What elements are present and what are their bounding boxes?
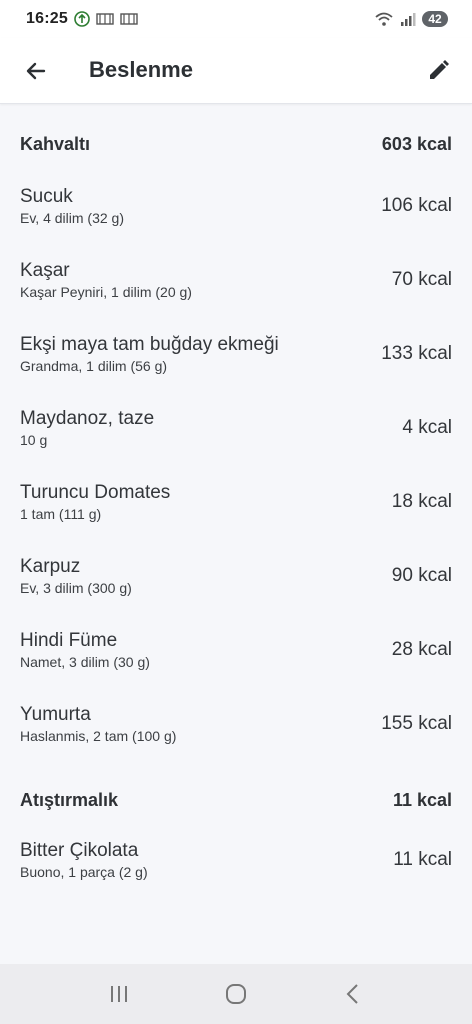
home-icon bbox=[225, 984, 246, 1004]
food-text: Ekşi maya tam buğday ekmeği Grandma, 1 d… bbox=[20, 333, 279, 375]
food-text: Turuncu Domates 1 tam (111 g) bbox=[20, 481, 170, 523]
food-item[interactable]: Bitter Çikolata Buono, 1 parça (2 g) 11 … bbox=[20, 832, 452, 888]
food-name: Yumurta bbox=[20, 704, 91, 725]
food-kcal: 106 kcal bbox=[381, 195, 452, 216]
food-text: Karpuz Ev, 3 dilim (300 g) bbox=[20, 555, 132, 597]
food-name: Sucuk bbox=[20, 186, 73, 207]
meal-header-atistirmalik: Atıştırmalık 11 kcal bbox=[20, 790, 452, 811]
food-detail: Grandma, 1 dilim (56 g) bbox=[20, 358, 168, 374]
edit-button[interactable] bbox=[422, 53, 456, 87]
nav-back-icon bbox=[346, 984, 359, 1004]
food-detail: Buono, 1 parça (2 g) bbox=[20, 864, 148, 880]
meal-total: 603 kcal bbox=[381, 134, 452, 154]
food-detail: 1 tam (111 g) bbox=[20, 506, 102, 522]
fitness-app-icon bbox=[74, 11, 90, 27]
food-item[interactable]: Kaşar Kaşar Peyniri, 1 dilim (20 g) 70 k… bbox=[20, 252, 452, 308]
food-text: Maydanoz, taze 10 g bbox=[20, 407, 154, 449]
food-text: Sucuk Ev, 4 dilim (32 g) bbox=[20, 185, 124, 227]
meal-name: Atıştırmalık bbox=[20, 790, 119, 810]
food-item[interactable]: Turuncu Domates 1 tam (111 g) 18 kcal bbox=[20, 474, 452, 530]
food-kcal: 28 kcal bbox=[391, 639, 452, 660]
food-name: Maydanoz, taze bbox=[20, 408, 155, 429]
food-text: Hindi Füme Namet, 3 dilim (30 g) bbox=[20, 629, 150, 671]
food-detail: Ev, 3 dilim (300 g) bbox=[20, 580, 132, 596]
pencil-icon bbox=[430, 60, 449, 79]
notification-icon bbox=[120, 12, 138, 26]
food-item[interactable]: Karpuz Ev, 3 dilim (300 g) 90 kcal bbox=[20, 548, 452, 604]
food-name: Karpuz bbox=[20, 556, 81, 577]
food-name: Hindi Füme bbox=[20, 630, 118, 651]
food-kcal: 18 kcal bbox=[391, 491, 452, 512]
meal-total: 11 kcal bbox=[392, 790, 452, 810]
food-kcal: 11 kcal bbox=[393, 849, 452, 870]
food-name: Kaşar bbox=[20, 260, 70, 281]
food-item[interactable]: Yumurta Haslanmis, 2 tam (100 g) 155 kca… bbox=[20, 696, 452, 752]
recents-button[interactable] bbox=[95, 970, 143, 1018]
food-detail: 10 g bbox=[20, 432, 48, 448]
nav-back-button[interactable] bbox=[329, 970, 377, 1018]
home-button[interactable] bbox=[212, 970, 260, 1018]
food-name: Ekşi maya tam buğday ekmeği bbox=[20, 334, 279, 355]
food-kcal: 133 kcal bbox=[381, 343, 452, 364]
app-bar: Beslenme bbox=[0, 38, 472, 104]
food-text: Yumurta Haslanmis, 2 tam (100 g) bbox=[20, 703, 176, 745]
food-name: Bitter Çikolata bbox=[20, 840, 139, 861]
wifi-icon bbox=[374, 11, 394, 27]
food-kcal: 4 kcal bbox=[402, 417, 452, 438]
food-item[interactable]: Hindi Füme Namet, 3 dilim (30 g) 28 kcal bbox=[20, 622, 452, 678]
status-right: 42 bbox=[374, 11, 448, 27]
page-title: Beslenme bbox=[89, 57, 193, 82]
back-button[interactable] bbox=[20, 55, 52, 87]
signal-icon bbox=[400, 12, 416, 26]
food-item[interactable]: Maydanoz, taze 10 g 4 kcal bbox=[20, 400, 452, 456]
food-detail: Kaşar Peyniri, 1 dilim (20 g) bbox=[20, 284, 192, 300]
food-detail: Ev, 4 dilim (32 g) bbox=[20, 210, 124, 226]
battery-level: 42 bbox=[422, 11, 448, 27]
recents-icon bbox=[110, 986, 127, 1002]
notification-icon bbox=[96, 12, 114, 26]
status-bar: 16:25 42 bbox=[0, 0, 472, 38]
food-item[interactable]: Ekşi maya tam buğday ekmeği Grandma, 1 d… bbox=[20, 326, 452, 382]
food-text: Kaşar Kaşar Peyniri, 1 dilim (20 g) bbox=[20, 259, 192, 301]
meal-name: Kahvaltı bbox=[20, 134, 91, 154]
food-kcal: 90 kcal bbox=[391, 565, 452, 586]
food-detail: Namet, 3 dilim (30 g) bbox=[20, 654, 150, 670]
food-detail: Haslanmis, 2 tam (100 g) bbox=[20, 728, 177, 744]
food-name: Turuncu Domates bbox=[20, 482, 171, 503]
food-kcal: 70 kcal bbox=[391, 269, 452, 290]
arrow-left-icon bbox=[26, 62, 46, 80]
system-nav-bar bbox=[0, 964, 472, 1024]
food-item[interactable]: Sucuk Ev, 4 dilim (32 g) 106 kcal bbox=[20, 178, 452, 234]
meal-header-kahvalti: Kahvaltı 603 kcal bbox=[20, 134, 452, 155]
food-kcal: 155 kcal bbox=[381, 713, 452, 734]
status-left: 16:25 bbox=[26, 10, 138, 28]
status-time: 16:25 bbox=[26, 10, 68, 27]
food-text: Bitter Çikolata Buono, 1 parça (2 g) bbox=[20, 839, 148, 881]
